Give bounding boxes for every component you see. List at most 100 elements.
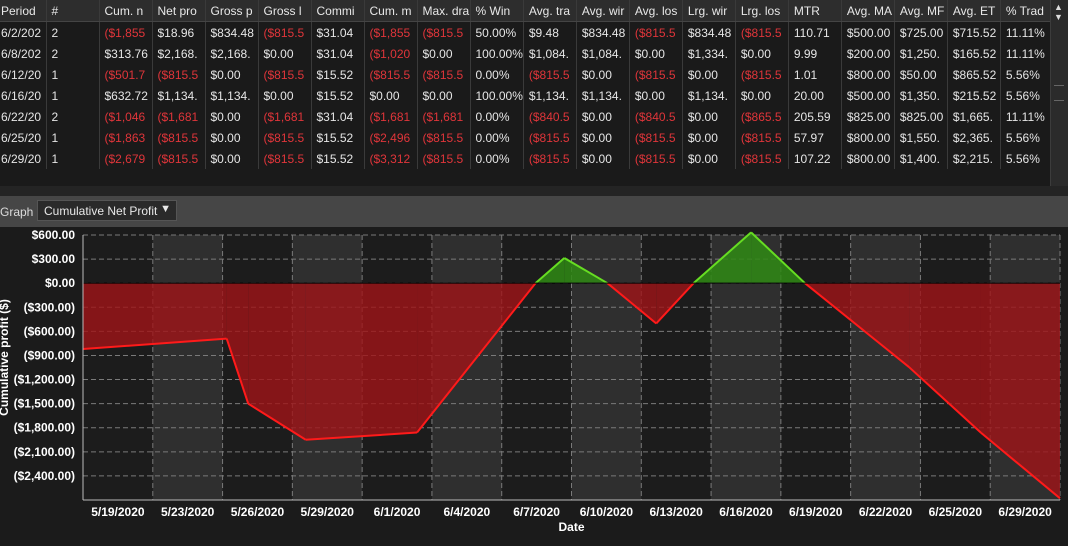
table-cell: $725.00 xyxy=(894,21,948,43)
panel-splitter[interactable] xyxy=(0,186,1068,196)
table-cell: $15.52 xyxy=(311,127,365,148)
table-row[interactable]: 6/16/20 1 $632.72 $1,134. $1,134. $0.00 $15.52… xyxy=(0,85,1060,106)
table-row[interactable]: 6/22/20 2 ($1,046 ($1,681 $0.00 ($1,681 $31.04… xyxy=(0,106,1060,127)
table-cell: ($815.5 xyxy=(364,64,418,85)
column-header[interactable]: Cum. m xyxy=(364,0,418,22)
graph-toolbar: Graph Cumulative Net Profit ▼ xyxy=(0,196,1068,227)
column-header[interactable]: % Win xyxy=(470,0,524,22)
table-cell: $0.00 xyxy=(629,43,683,64)
table-cell: $165.52 xyxy=(947,43,1001,64)
column-header[interactable]: # xyxy=(46,0,100,22)
table-cell: $0.00 xyxy=(576,148,630,169)
table-cell: $50.00 xyxy=(894,64,948,85)
column-header[interactable]: Avg. los xyxy=(629,0,683,22)
table-cell: $9.48 xyxy=(523,21,577,43)
column-header[interactable]: Cum. n xyxy=(99,0,153,22)
table-cell: ($815.5 xyxy=(417,21,471,43)
table-cell: 57.97 xyxy=(788,127,842,148)
table-cell: $0.00 xyxy=(258,43,312,64)
table-cell: ($815.5 xyxy=(629,127,683,148)
table-row[interactable]: 6/2/202 2 ($1,855 $18.96 $834.48 ($815.5 $31.0… xyxy=(0,21,1060,43)
table-cell: $834.48 xyxy=(682,21,736,43)
table-cell: $0.00 xyxy=(417,85,471,106)
scroll-thumb[interactable] xyxy=(1054,85,1064,101)
table-cell: $0.00 xyxy=(364,85,418,106)
table-cell: 0.00% xyxy=(470,148,524,169)
scroll-up-icon[interactable]: ▲ xyxy=(1054,2,1063,12)
column-header[interactable]: Commi xyxy=(311,0,365,22)
table-cell: $834.48 xyxy=(576,21,630,43)
table-cell: ($815.5 xyxy=(735,21,789,43)
y-axis-title: Cumulative profit ($) xyxy=(0,299,11,416)
table-cell: ($815.5 xyxy=(417,64,471,85)
results-table: Period # Cum. n Net pro Gross p Gross l Commi C… xyxy=(0,0,1060,169)
x-tick-label: 5/23/2020 xyxy=(161,505,215,519)
column-header[interactable]: Lrg. wir xyxy=(682,0,736,22)
table-cell: 6/22/20 xyxy=(0,106,47,127)
table-scrollbar[interactable]: ▲ ▼ xyxy=(1050,0,1068,186)
column-header[interactable]: Lrg. los xyxy=(735,0,789,22)
table-cell: ($1,863 xyxy=(99,127,153,148)
column-header[interactable]: Avg. MF xyxy=(894,0,948,22)
table-cell: ($815.5 xyxy=(629,148,683,169)
table-cell: ($815.5 xyxy=(152,148,206,169)
graph-type-value: Cumulative Net Profit xyxy=(44,204,158,218)
table-cell: ($1,681 xyxy=(417,106,471,127)
table-cell: $1,665. xyxy=(947,106,1001,127)
table-row[interactable]: 6/25/20 1 ($1,863 ($815.5 $0.00 ($815.5 $15.52… xyxy=(0,127,1060,148)
table-cell: $1,134. xyxy=(682,85,736,106)
table-row[interactable]: 6/29/20 1 ($2,679 ($815.5 $0.00 ($815.5 $15.52… xyxy=(0,148,1060,169)
column-header[interactable]: Avg. wir xyxy=(576,0,630,22)
table-cell: 9.99 xyxy=(788,43,842,64)
table-cell: $825.00 xyxy=(841,106,895,127)
table-row[interactable]: 6/8/202 2 $313.76 $2,168. $2,168. $0.00 $31.04… xyxy=(0,43,1060,64)
table-cell: $865.52 xyxy=(947,64,1001,85)
table-cell: ($815.5 xyxy=(152,64,206,85)
column-header[interactable]: Gross l xyxy=(258,0,312,22)
table-cell: ($2,679 xyxy=(99,148,153,169)
table-cell: $0.00 xyxy=(576,127,630,148)
table-cell: $715.52 xyxy=(947,21,1001,43)
table-cell: $800.00 xyxy=(841,148,895,169)
table-cell: 20.00 xyxy=(788,85,842,106)
y-tick-label: ($900.00) xyxy=(24,348,75,362)
table-cell: $1,400. xyxy=(894,148,948,169)
table-cell: $500.00 xyxy=(841,21,895,43)
table-cell: ($815.5 xyxy=(417,127,471,148)
table-cell: $800.00 xyxy=(841,127,895,148)
table-cell: 6/12/20 xyxy=(0,64,47,85)
column-header[interactable]: Avg. tra xyxy=(523,0,577,22)
table-cell: $0.00 xyxy=(258,85,312,106)
table-cell: 1 xyxy=(46,127,100,148)
column-header[interactable]: Max. dra xyxy=(417,0,471,22)
table-cell: $215.52 xyxy=(947,85,1001,106)
table-cell: $200.00 xyxy=(841,43,895,64)
y-tick-label: ($300.00) xyxy=(24,300,75,314)
column-header[interactable]: MTR xyxy=(788,0,842,22)
table-cell: $0.00 xyxy=(576,64,630,85)
table-cell: 100.00% xyxy=(470,85,524,106)
column-header[interactable]: Avg. MA xyxy=(841,0,895,22)
table-cell: 1 xyxy=(46,64,100,85)
table-cell: ($815.5 xyxy=(258,64,312,85)
table-cell: 6/8/202 xyxy=(0,43,47,64)
table-cell: ($815.5 xyxy=(258,21,312,43)
scroll-down-icon[interactable]: ▼ xyxy=(1054,12,1063,22)
y-tick-label: ($1,800.00) xyxy=(14,421,75,435)
table-cell: $825.00 xyxy=(894,106,948,127)
graph-type-select[interactable]: Cumulative Net Profit ▼ xyxy=(37,200,177,221)
table-cell: 6/16/20 xyxy=(0,85,47,106)
column-header[interactable]: Period xyxy=(0,0,47,22)
table-cell: $0.00 xyxy=(735,43,789,64)
table-cell: $1,334. xyxy=(682,43,736,64)
column-header[interactable]: Avg. ET xyxy=(947,0,1001,22)
table-row[interactable]: 6/12/20 1 ($501.7 ($815.5 $0.00 ($815.5 $15.52… xyxy=(0,64,1060,85)
x-tick-label: 5/29/2020 xyxy=(301,505,355,519)
column-header[interactable]: Net pro xyxy=(152,0,206,22)
table-cell: ($815.5 xyxy=(735,64,789,85)
graph-label: Graph xyxy=(0,205,34,219)
y-tick-label: ($2,400.00) xyxy=(14,469,75,483)
table-cell: ($1,046 xyxy=(99,106,153,127)
column-header[interactable]: Gross p xyxy=(205,0,259,22)
table-cell: $0.00 xyxy=(682,64,736,85)
